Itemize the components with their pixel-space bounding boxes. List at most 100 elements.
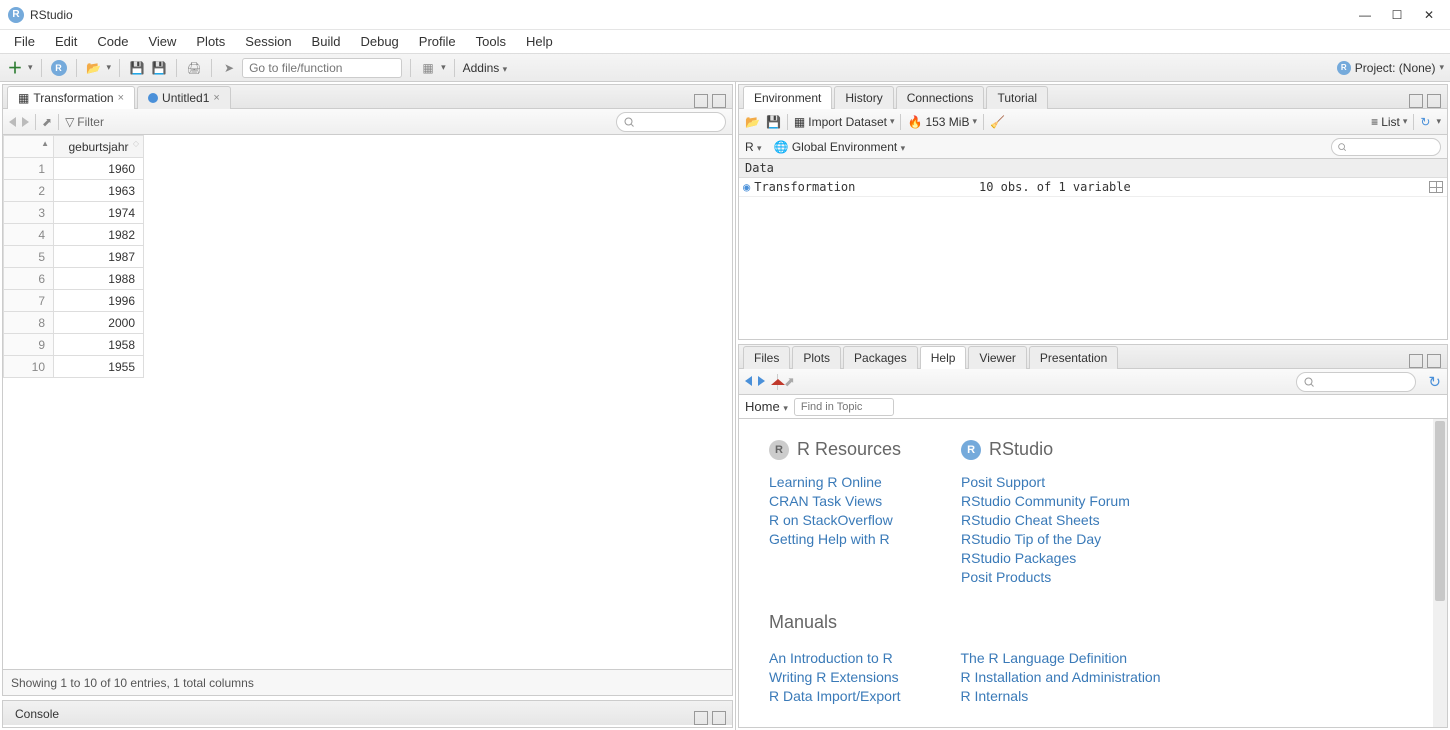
print-button[interactable]: 🖨 — [185, 59, 203, 77]
expand-icon[interactable]: ◉ — [743, 180, 750, 194]
workspace-panes-button[interactable]: ▦ — [419, 59, 437, 77]
list-view-button[interactable]: ≡ List ▾ — [1371, 115, 1407, 129]
rstudio-link[interactable]: RStudio Community Forum — [961, 493, 1130, 509]
help-tab-help[interactable]: Help — [920, 346, 967, 369]
env-tab-tutorial[interactable]: Tutorial — [986, 86, 1048, 109]
column-header[interactable]: geburtsjahr◇ — [54, 136, 144, 158]
find-in-topic-input[interactable] — [794, 398, 894, 416]
close-tab-icon[interactable]: × — [213, 92, 219, 104]
table-row[interactable]: 71996 — [4, 290, 144, 312]
help-tab-packages[interactable]: Packages — [843, 346, 918, 369]
new-project-button[interactable]: R — [50, 59, 68, 77]
minimize-pane-button[interactable] — [694, 94, 708, 108]
env-scope-selector[interactable]: 🌐 Global Environment ▾ — [774, 140, 906, 154]
minimize-pane-button[interactable] — [1409, 354, 1423, 368]
menu-build[interactable]: Build — [304, 32, 349, 51]
table-row[interactable]: 82000 — [4, 312, 144, 334]
rstudio-link[interactable]: RStudio Cheat Sheets — [961, 512, 1130, 528]
table-row[interactable]: 61988 — [4, 268, 144, 290]
table-row[interactable]: 21963 — [4, 180, 144, 202]
rownum-header[interactable]: ▲ — [4, 136, 54, 158]
env-tab-history[interactable]: History — [834, 86, 893, 109]
menu-view[interactable]: View — [140, 32, 184, 51]
menu-edit[interactable]: Edit — [47, 32, 85, 51]
dataview-search-input[interactable] — [616, 112, 726, 132]
new-file-button[interactable]: ＋ — [6, 59, 24, 77]
rstudio-link[interactable]: Posit Support — [961, 474, 1130, 490]
manual-link[interactable]: R Data Import/Export — [769, 688, 901, 704]
maximize-pane-button[interactable] — [1427, 354, 1441, 368]
new-file-menu[interactable]: ▾ — [28, 62, 33, 73]
forward-button[interactable] — [22, 117, 29, 127]
table-row[interactable]: 51987 — [4, 246, 144, 268]
menu-debug[interactable]: Debug — [352, 32, 406, 51]
help-forward-button[interactable] — [758, 374, 765, 389]
table-row[interactable]: 101955 — [4, 356, 144, 378]
maximize-pane-button[interactable] — [712, 711, 726, 725]
maximize-pane-button[interactable] — [1427, 94, 1441, 108]
resource-link[interactable]: Getting Help with R — [769, 531, 901, 547]
resource-link[interactable]: CRAN Task Views — [769, 493, 901, 509]
rstudio-link[interactable]: RStudio Packages — [961, 550, 1130, 566]
minimize-pane-button[interactable] — [694, 711, 708, 725]
cell-value[interactable]: 1955 — [54, 356, 144, 378]
table-row[interactable]: 11960 — [4, 158, 144, 180]
env-item[interactable]: ◉ Transformation10 obs. of 1 variable — [739, 178, 1447, 197]
resource-link[interactable]: R on StackOverflow — [769, 512, 901, 528]
save-button[interactable]: 💾 — [128, 59, 146, 77]
table-row[interactable]: 31974 — [4, 202, 144, 224]
open-file-button[interactable]: 📂 — [85, 59, 103, 77]
minimize-pane-button[interactable] — [1409, 94, 1423, 108]
cell-value[interactable]: 1996 — [54, 290, 144, 312]
cell-value[interactable]: 1960 — [54, 158, 144, 180]
env-search-input[interactable] — [1331, 138, 1441, 156]
menu-session[interactable]: Session — [237, 32, 299, 51]
memory-usage[interactable]: 🔥 153 MiB ▾ — [907, 115, 977, 129]
project-selector[interactable]: R Project: (None) ▾ — [1337, 61, 1444, 75]
help-home-label[interactable]: Home ▾ — [745, 399, 788, 414]
help-search-input[interactable] — [1296, 372, 1416, 392]
menu-help[interactable]: Help — [518, 32, 561, 51]
save-all-button[interactable]: 💾 — [150, 59, 168, 77]
menu-tools[interactable]: Tools — [468, 32, 514, 51]
close-button[interactable]: ✕ — [1422, 8, 1436, 22]
manual-link[interactable]: R Installation and Administration — [961, 669, 1161, 685]
table-row[interactable]: 41982 — [4, 224, 144, 246]
goto-file-input[interactable] — [242, 58, 402, 78]
resource-link[interactable]: Learning R Online — [769, 474, 901, 490]
source-tab-untitled1[interactable]: Untitled1 × — [137, 86, 231, 109]
manual-link[interactable]: The R Language Definition — [961, 650, 1161, 666]
view-data-icon[interactable] — [1429, 181, 1443, 193]
menu-file[interactable]: File — [6, 32, 43, 51]
rstudio-link[interactable]: RStudio Tip of the Day — [961, 531, 1130, 547]
cell-value[interactable]: 2000 — [54, 312, 144, 334]
cell-value[interactable]: 1988 — [54, 268, 144, 290]
close-tab-icon[interactable]: × — [118, 92, 124, 104]
open-recent-menu[interactable]: ▾ — [107, 62, 112, 73]
manual-link[interactable]: R Internals — [961, 688, 1161, 704]
help-tab-plots[interactable]: Plots — [792, 346, 841, 369]
cell-value[interactable]: 1987 — [54, 246, 144, 268]
save-workspace-button[interactable]: 💾 — [766, 115, 781, 129]
help-tab-viewer[interactable]: Viewer — [968, 346, 1026, 369]
cell-value[interactable]: 1982 — [54, 224, 144, 246]
import-dataset-button[interactable]: ▦ Import Dataset ▾ — [794, 115, 895, 129]
minimize-button[interactable]: — — [1358, 8, 1372, 22]
addins-button[interactable]: Addins ▾ — [463, 61, 508, 75]
workspace-panes-menu[interactable]: ▾ — [441, 62, 446, 73]
scrollbar-thumb[interactable] — [1435, 421, 1445, 601]
maximize-button[interactable]: ☐ — [1390, 8, 1404, 22]
table-row[interactable]: 91958 — [4, 334, 144, 356]
help-scrollbar[interactable] — [1433, 419, 1447, 727]
maximize-pane-button[interactable] — [712, 94, 726, 108]
console-tab[interactable]: Console — [7, 703, 67, 725]
cell-value[interactable]: 1963 — [54, 180, 144, 202]
load-workspace-button[interactable]: 📂 — [745, 115, 760, 129]
manual-link[interactable]: Writing R Extensions — [769, 669, 901, 685]
help-popout-button[interactable]: ⬈ — [784, 374, 795, 390]
back-button[interactable] — [9, 117, 16, 127]
menu-code[interactable]: Code — [89, 32, 136, 51]
menu-profile[interactable]: Profile — [411, 32, 464, 51]
clear-workspace-button[interactable]: 🧹 — [990, 115, 1005, 129]
help-tab-files[interactable]: Files — [743, 346, 790, 369]
